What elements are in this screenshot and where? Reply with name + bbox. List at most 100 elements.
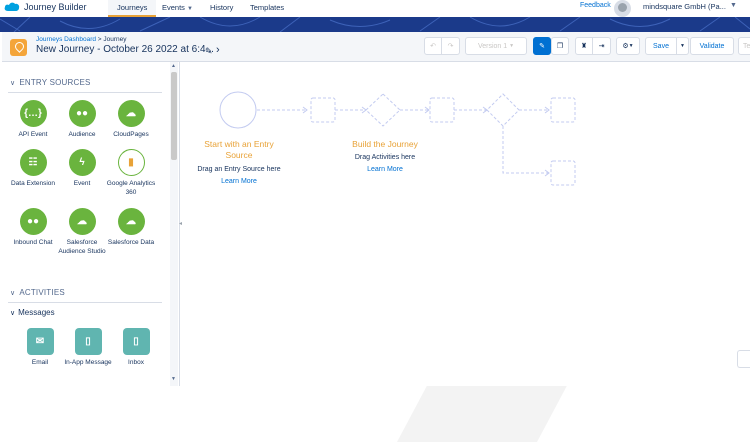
journey-location-icon [10, 39, 27, 56]
api-braces-icon: {…} [19, 100, 47, 127]
app-name: Journey Builder [24, 2, 87, 12]
settings-menu-button[interactable]: ⚙ ▼ [616, 37, 640, 55]
redo-icon: ↷ [447, 43, 454, 50]
canvas-side-panel-tab[interactable] [737, 350, 750, 368]
entry-api-event[interactable]: {…} API Event [5, 100, 61, 140]
tile-label: API Event [18, 131, 48, 138]
scroll-down-icon[interactable]: ▼ [171, 376, 176, 382]
tile-label: Inbox [128, 359, 144, 366]
tab-templates[interactable]: Templates [248, 0, 286, 17]
entry-inbound-chat[interactable]: ●● Inbound Chat [5, 208, 61, 248]
tile-label: Inbound Chat [13, 239, 53, 246]
validate-button[interactable]: Validate [690, 37, 734, 55]
salesforce-data-icon: ☁ [117, 208, 145, 235]
chevron-right-icon[interactable]: › [216, 44, 220, 56]
phone-message-icon: ▯ [74, 328, 102, 355]
version-select[interactable]: Version 1 ▼ [465, 37, 527, 55]
event-bolt-icon: ϟ [68, 149, 96, 176]
entry-data-extension[interactable]: ☷ Data Extension [5, 149, 61, 189]
tab-history[interactable]: History [208, 0, 235, 17]
entry-google-analytics[interactable]: ▮ Google Analytics 360 [103, 149, 159, 197]
undo-button[interactable]: ↶ [424, 37, 442, 55]
entry-sources-toggle[interactable]: ∨ ENTRY SOURCES [10, 78, 91, 87]
data-extension-table-icon: ☷ [19, 149, 47, 176]
build-learn-more-link[interactable]: Learn More [355, 166, 415, 173]
tile-label: CloudPages [113, 131, 149, 138]
entry-heading: Start with an Entry Source [204, 139, 274, 160]
trophy-icon: ♜ [580, 43, 588, 50]
sidebar-scroll-thumb[interactable] [171, 72, 177, 160]
sidebar-collapse-handle[interactable]: ◂ [179, 220, 182, 227]
chevron-down-icon: ∨ [10, 80, 16, 87]
salesforce-cloud-icon: ☁ [68, 208, 96, 235]
chat-bubbles-icon: ●● [19, 208, 47, 235]
entry-cloudpages[interactable]: ☁ CloudPages [103, 100, 159, 140]
messages-heading: Messages [18, 308, 55, 317]
breadcrumb: Journeys Dashboard > Journey [36, 36, 127, 43]
test-button[interactable]: Te [738, 37, 750, 55]
journey-canvas[interactable]: Start with an Entry Source Drag an Entry… [185, 62, 750, 386]
entry-audience-studio[interactable]: ☁ Salesforce Audience Studio [54, 208, 110, 256]
header-banner [0, 17, 750, 32]
tile-label: Audience [68, 131, 96, 138]
canvas-view-button[interactable]: ❐ [551, 37, 569, 55]
entry-event[interactable]: ϟ Event [54, 149, 110, 189]
feedback-link[interactable]: Feedback [580, 2, 611, 9]
tile-label: Salesforce Audience Studio [58, 239, 106, 255]
journey-builder-app: Journey Builder Journeys Events ▼ Histor… [0, 0, 750, 442]
breadcrumb-current: Journey [103, 36, 127, 43]
entry-audience[interactable]: ●● Audience [54, 100, 110, 140]
activities-toggle[interactable]: ∨ ACTIVITIES [10, 288, 65, 297]
build-heading: Build the Journey [352, 139, 418, 149]
layers-icon: ❐ [556, 43, 564, 50]
edit-mode-button[interactable]: ✎ [533, 37, 551, 55]
tab-journeys[interactable]: Journeys [108, 0, 157, 17]
breadcrumb-dashboard-link[interactable]: Journeys Dashboard [36, 36, 96, 43]
page-title: New Journey - October 26 2022 at 6:4... [36, 44, 214, 55]
activities-heading: ACTIVITIES [19, 288, 65, 297]
section-divider [8, 92, 162, 93]
phone-inbox-icon: ▯ [122, 328, 150, 355]
chevron-down-icon: ▼ [509, 43, 515, 49]
tile-label: Google Analytics 360 [106, 180, 156, 196]
tile-label: Salesforce Data [107, 239, 155, 246]
banner-pattern-icon [0, 17, 750, 32]
decorative-stripe [397, 386, 567, 442]
analytics-bars-icon: ▮ [117, 149, 145, 176]
cloudpages-icon: ☁ [117, 100, 145, 127]
tab-events-label: Events [162, 3, 185, 12]
exit-criteria-button[interactable]: ⇥ [593, 37, 611, 55]
section-divider [8, 302, 162, 303]
chevron-down-icon: ∨ [10, 310, 16, 317]
tile-label: Event [73, 180, 91, 187]
entry-source-placeholder [219, 91, 257, 129]
redo-button[interactable]: ↷ [442, 37, 460, 55]
goal-button[interactable]: ♜ [575, 37, 593, 55]
bottom-blank-area [0, 386, 750, 442]
pencil-edit-icon[interactable]: ✎ [205, 46, 213, 57]
pencil-icon: ✎ [539, 43, 545, 50]
salesforce-cloud-logo-icon [4, 2, 20, 11]
user-avatar[interactable] [614, 0, 631, 17]
version-label: Version 1 [477, 42, 508, 50]
save-button[interactable]: Save [645, 37, 677, 55]
tab-events[interactable]: Events ▼ [160, 0, 195, 17]
chevron-down-icon: ▼ [628, 43, 634, 49]
messages-toggle[interactable]: ∨ Messages [10, 308, 55, 317]
entry-sources-heading: ENTRY SOURCES [19, 78, 91, 87]
activity-inbox[interactable]: ▯ Inbox [108, 328, 164, 368]
entry-learn-more-link[interactable]: Learn More [209, 178, 269, 185]
exit-door-icon: ⇥ [598, 43, 605, 50]
save-menu-button[interactable]: ▼ [677, 37, 689, 55]
journey-placeholder-diagram [219, 91, 576, 186]
entry-instructions: Drag an Entry Source here [197, 166, 281, 173]
envelope-icon: ✉ [26, 328, 54, 355]
chevron-down-icon[interactable]: ▼ [730, 2, 737, 9]
scroll-up-icon[interactable]: ▲ [171, 63, 176, 69]
org-switcher[interactable]: mindsquare GmbH (Pa... [643, 2, 726, 11]
journey-header: Journeys Dashboard > Journey New Journey… [2, 32, 750, 62]
audience-group-icon: ●● [68, 100, 96, 127]
chevron-down-icon: ∨ [10, 290, 16, 297]
chevron-down-icon: ▼ [187, 6, 193, 12]
entry-salesforce-data[interactable]: ☁ Salesforce Data [103, 208, 159, 248]
